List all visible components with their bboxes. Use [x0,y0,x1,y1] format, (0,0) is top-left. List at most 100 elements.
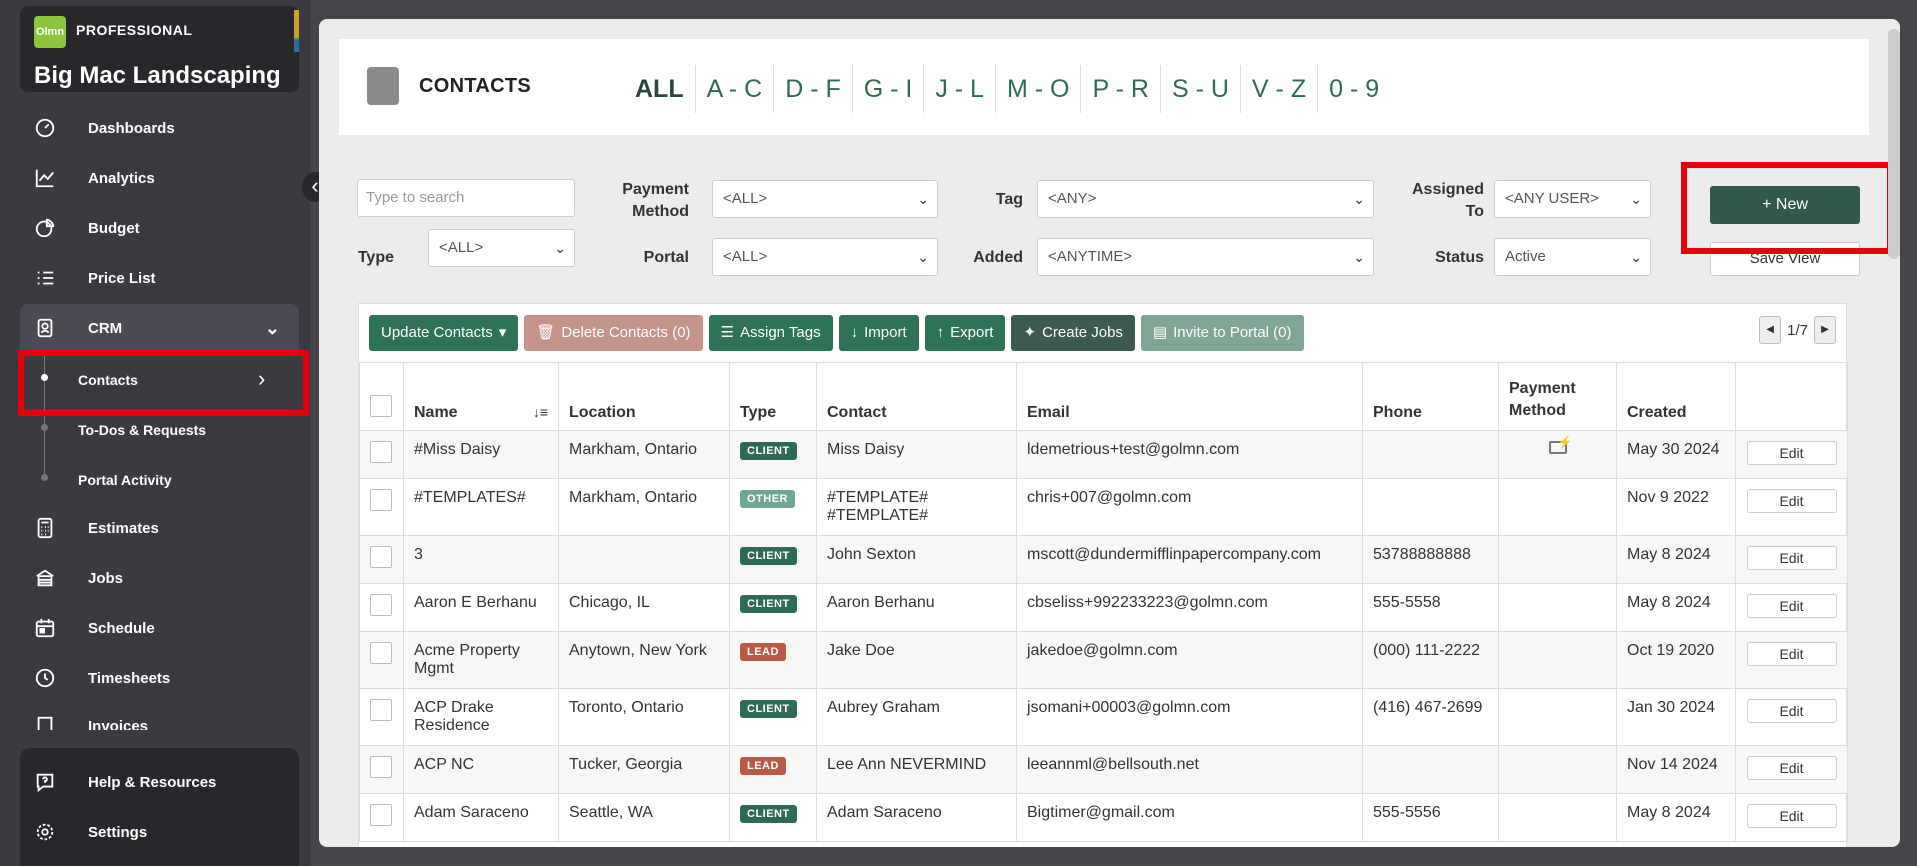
payment-method-cell: ⚡ [1498,430,1617,479]
actions-cell: Edit [1735,688,1848,746]
row-checkbox[interactable] [370,594,392,616]
type-select[interactable]: <ALL> ⌄ [428,229,575,267]
location-cell: Tucker, Georgia [558,745,730,794]
name-cell[interactable]: ACP NC [403,745,559,794]
table-row[interactable]: ACP NC Tucker, Georgia LEAD Lee Ann NEVERMI… [359,745,1848,794]
delete-contacts-button[interactable]: 🗑 Delete Contacts (0) [524,315,703,351]
letter-tab[interactable]: S - U [1161,65,1241,113]
sidebar-item-analytics[interactable]: Analytics [20,156,300,200]
name-cell[interactable]: Adam Saraceno [403,793,559,842]
row-checkbox[interactable] [370,699,392,721]
table-row[interactable]: Aaron E Berhanu Chicago, IL CLIENT Aaron Be… [359,583,1848,632]
name-cell[interactable]: Aaron E Berhanu [403,583,559,632]
added-value: <ANYTIME> [1048,248,1133,265]
sidebar-item-budget[interactable]: Budget [20,206,300,250]
edit-button[interactable]: Edit [1746,756,1837,780]
contacts-icon [367,67,399,105]
table-row[interactable]: ACP Drake Residence Toronto, Ontario CLIEN… [359,688,1848,746]
name-cell[interactable]: ACP Drake Residence [403,688,559,746]
create-jobs-button[interactable]: ✦ Create Jobs [1011,315,1135,351]
table-row[interactable]: Acme Property Mgmt Anytown, New York LEAD J… [359,631,1848,689]
sidebar-item-jobs[interactable]: Jobs [20,556,300,600]
card-icon: ⚡ [1548,435,1573,454]
sidebar-item-label: Dashboards [88,119,175,137]
location-cell: Chicago, IL [558,583,730,632]
portal-select[interactable]: <ALL> ⌄ [712,238,938,276]
edit-button[interactable]: Edit [1746,642,1837,666]
brand-block[interactable]: Olmn PROFESSIONAL Big Mac Landscaping [20,6,299,92]
sidebar-item-label: Timesheets [88,669,171,687]
sidebar-item-price-list[interactable]: Price List [20,256,300,300]
table-row[interactable]: #TEMPLATES# Markham, Ontario OTHER #TEMPLAT… [359,478,1848,536]
contact-cell: John Sexton [816,535,1017,584]
letter-tab[interactable]: D - F [774,65,853,113]
assign-tags-button[interactable]: ☰ Assign Tags [708,315,833,351]
row-checkbox[interactable] [370,756,392,778]
name-cell[interactable]: #Miss Daisy [403,430,559,479]
prev-page-button[interactable]: ◀ [1759,316,1782,344]
letter-tab[interactable]: J - L [924,65,996,113]
sub-nav-dot [41,424,48,431]
invite-to-portal-button[interactable]: ▤ Invite to Portal (0) [1140,315,1304,351]
col-name[interactable]: Name ↓≡ [403,362,559,431]
created-cell: May 8 2024 [1616,583,1736,632]
trash-icon: 🗑 [536,324,556,341]
letter-tab[interactable]: V - Z [1241,65,1319,113]
location-cell: Seattle, WA [558,793,730,842]
edit-button[interactable]: Edit [1746,489,1837,513]
scrollbar[interactable] [1888,29,1900,259]
sidebar-item-crm[interactable]: CRM ⌄ [20,306,300,350]
type-badge: CLIENT [740,805,797,823]
edit-button[interactable]: Edit [1746,441,1837,465]
import-button[interactable]: ↓ Import [838,315,919,351]
type-value: <ALL> [439,239,484,256]
sidebar-item-todos[interactable]: To-Dos & Requests [78,422,206,438]
name-cell[interactable]: Acme Property Mgmt [403,631,559,689]
sidebar-item-schedule[interactable]: Schedule [20,606,300,650]
page-title: CONTACTS [419,75,532,97]
row-checkbox[interactable] [370,546,392,568]
sidebar-item-estimates[interactable]: Estimates [20,506,300,550]
letter-tab[interactable]: G - I [853,65,925,113]
payment-method-cell [1498,535,1617,584]
row-checkbox[interactable] [370,441,392,463]
payment-method-select[interactable]: <ALL> ⌄ [712,180,938,218]
edit-button[interactable]: Edit [1746,546,1837,570]
table-row[interactable]: Adam Saraceno Seattle, WA CLIENT Adam Sarac… [359,793,1848,842]
row-checkbox[interactable] [370,642,392,664]
update-contacts-button[interactable]: Update Contacts ▾ [369,315,519,351]
export-button[interactable]: ↑ Export [924,315,1006,351]
contact-cell: #TEMPLATE# #TEMPLATE# [816,478,1017,536]
added-select[interactable]: <ANYTIME> ⌄ [1037,238,1374,276]
letter-tab[interactable]: A - C [696,65,775,113]
status-select[interactable]: Active ⌄ [1494,238,1651,276]
sidebar-item-portal-activity[interactable]: Portal Activity [78,472,172,488]
payment-method-label: Payment Method [622,181,689,220]
next-page-button[interactable]: ▶ [1814,316,1836,344]
row-checkbox[interactable] [370,489,392,511]
name-cell[interactable]: #TEMPLATES# [403,478,559,536]
table-row[interactable]: #Miss Daisy Markham, Ontario CLIENT Miss Da… [359,430,1848,479]
select-all-checkbox[interactable] [370,395,392,417]
edit-button[interactable]: Edit [1746,594,1837,618]
sidebar-item-dashboards[interactable]: Dashboards [20,106,300,150]
letter-tab[interactable]: P - R [1081,65,1161,113]
sidebar-item-timesheets[interactable]: Timesheets [20,656,300,700]
contacts-table: Name ↓≡ Location Type Contact Email Phone… [359,362,1848,842]
edit-button[interactable]: Edit [1746,804,1837,828]
letter-tab[interactable]: M - O [996,65,1082,113]
table-row[interactable]: 3 CLIENT John Sexton mscott@dundermifflinpa… [359,535,1848,584]
row-checkbox[interactable] [370,804,392,826]
letter-tab-all[interactable]: ALL [624,65,696,113]
edit-button[interactable]: Edit [1746,699,1837,723]
status-value: Active [1505,248,1546,265]
name-cell[interactable]: 3 [403,535,559,584]
sidebar-item-invoices[interactable]: Invoices [20,706,300,730]
sidebar-item-settings[interactable]: Settings [20,810,300,854]
tag-select[interactable]: <ANY> ⌄ [1037,180,1374,218]
assigned-to-select[interactable]: <ANY USER> ⌄ [1494,180,1651,218]
search-input[interactable]: Type to search [357,179,575,217]
letter-tab[interactable]: 0 - 9 [1318,65,1390,113]
sidebar-item-help[interactable]: Help & Resources [20,760,300,804]
created-cell: May 30 2024 [1616,430,1736,479]
